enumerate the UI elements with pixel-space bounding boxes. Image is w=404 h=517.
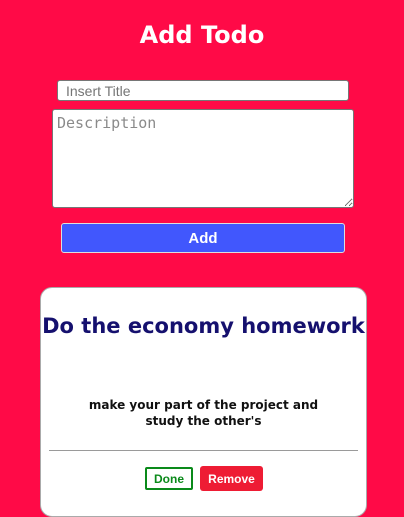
add-button[interactable]: Add: [61, 223, 345, 253]
todo-card: Do the economy homework make your part o…: [40, 287, 367, 517]
done-button[interactable]: Done: [145, 467, 193, 490]
todo-divider: [49, 450, 358, 451]
title-input[interactable]: [57, 80, 349, 101]
page-title: Add Todo: [139, 21, 265, 49]
description-input[interactable]: [52, 109, 354, 208]
remove-button[interactable]: Remove: [200, 466, 263, 491]
todo-title: Do the economy homework: [42, 314, 365, 338]
todo-description: make your part of the project and study …: [88, 398, 319, 428]
